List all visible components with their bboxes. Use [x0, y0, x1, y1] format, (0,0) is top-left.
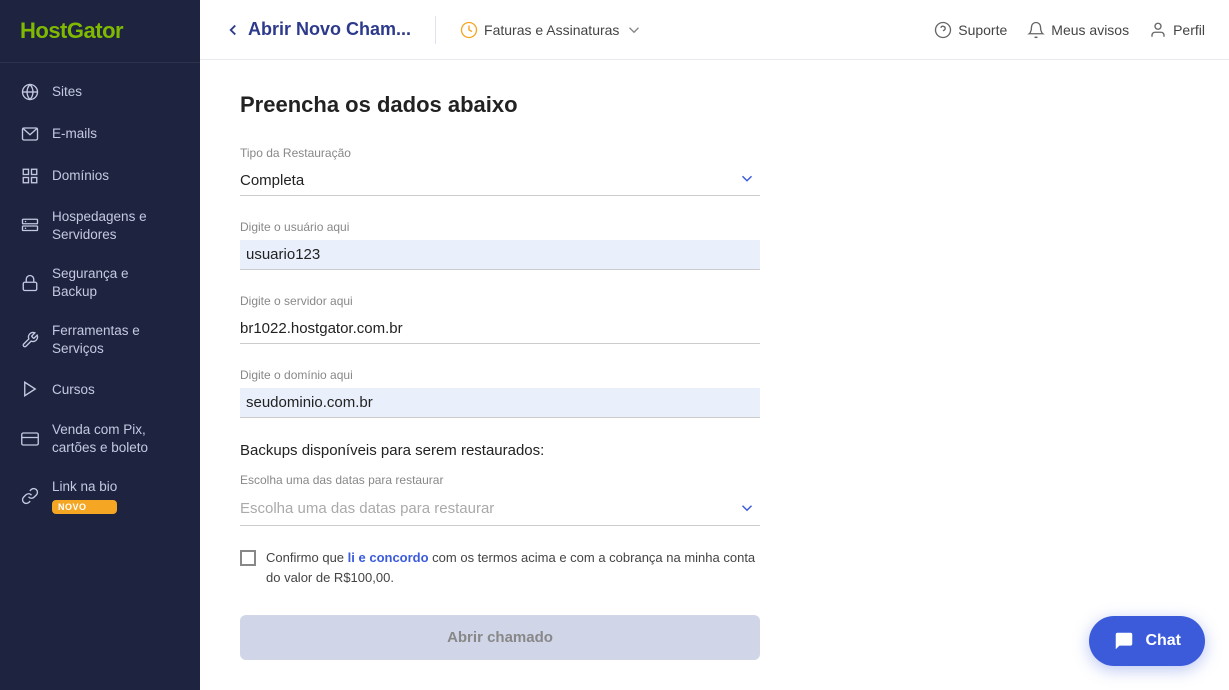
play-icon: [20, 379, 40, 399]
topnav-title: Abrir Novo Cham...: [248, 19, 411, 40]
layout-icon: [20, 166, 40, 186]
form-section: Tipo da Restauração Completa Digite o us…: [240, 146, 760, 660]
topnav-divider: [435, 16, 436, 44]
notifications-label: Meus avisos: [1051, 22, 1129, 38]
tipo-label: Tipo da Restauração: [240, 146, 760, 160]
dominio-group: Digite o domínio aqui: [240, 368, 760, 418]
tipo-select[interactable]: Completa: [240, 166, 760, 195]
novo-badge: NOVO: [52, 500, 117, 514]
dominio-label: Digite o domínio aqui: [240, 368, 760, 382]
notifications-button[interactable]: Meus avisos: [1027, 21, 1129, 39]
terms-row: Confirmo que li e concordo com os termos…: [240, 548, 760, 587]
date-chevron-icon: [738, 499, 756, 517]
sidebar-item-label-emails: E-mails: [52, 125, 97, 143]
date-select-inner[interactable]: Escolha uma das datas para restaurar: [240, 491, 760, 525]
sidebar-item-sites[interactable]: Sites: [0, 71, 200, 113]
back-arrow-icon: [224, 21, 242, 39]
sidebar-item-label-sites: Sites: [52, 83, 82, 101]
terms-link[interactable]: li e concordo: [348, 550, 429, 565]
support-label: Suporte: [958, 22, 1007, 38]
date-select-label: Escolha uma das datas para restaurar: [240, 473, 760, 487]
sidebar-item-label-pix: Venda com Pix, cartões e boleto: [52, 421, 148, 456]
profile-button[interactable]: Perfil: [1149, 21, 1205, 39]
chat-label: Chat: [1145, 632, 1181, 650]
bell-icon: [1027, 21, 1045, 39]
sidebar-item-domains[interactable]: Domínios: [0, 155, 200, 197]
mail-icon: [20, 124, 40, 144]
usuario-label: Digite o usuário aqui: [240, 220, 760, 234]
tipo-group: Tipo da Restauração Completa: [240, 146, 760, 196]
tipo-select-wrap: Completa: [240, 166, 760, 196]
servidor-input[interactable]: [240, 314, 760, 343]
usuario-input-wrap: [240, 240, 760, 270]
dominio-input-wrap: [240, 388, 760, 418]
servidor-label: Digite o servidor aqui: [240, 294, 760, 308]
dominio-input[interactable]: [240, 388, 760, 417]
sidebar-item-linkbio[interactable]: Link na bio NOVO: [0, 467, 200, 525]
terms-checkbox[interactable]: [240, 550, 256, 566]
billing-menu[interactable]: Faturas e Assinaturas: [460, 21, 643, 39]
sidebar-item-label-courses: Cursos: [52, 381, 95, 399]
chat-icon: [1113, 630, 1135, 652]
creditcard-icon: [20, 429, 40, 449]
tool-icon: [20, 330, 40, 350]
backups-title: Backups disponíveis para serem restaurad…: [240, 442, 760, 459]
sidebar-item-label-hosting: Hospedagens e Servidores: [52, 208, 147, 243]
usuario-group: Digite o usuário aqui: [240, 220, 760, 270]
sidebar-item-label-domains: Domínios: [52, 167, 109, 185]
submit-btn-wrap: Abrir chamado: [240, 615, 760, 660]
submit-button[interactable]: Abrir chamado: [240, 615, 760, 660]
sidebar-item-pix[interactable]: Venda com Pix, cartões e boleto: [0, 410, 200, 467]
sidebar-item-emails[interactable]: E-mails: [0, 113, 200, 155]
lock-icon: [20, 273, 40, 293]
sidebar-item-hosting[interactable]: Hospedagens e Servidores: [0, 197, 200, 254]
sidebar-item-label-security: Segurança e Backup: [52, 265, 129, 300]
main-content: Preencha os dados abaixo Tipo da Restaur…: [200, 60, 1229, 690]
sidebar-item-label-linkbio: Link na bio: [52, 478, 117, 496]
billing-label: Faturas e Assinaturas: [484, 22, 619, 38]
user-icon: [1149, 21, 1167, 39]
sidebar: HostGator Sites E-mails Domínios: [0, 0, 200, 690]
sidebar-item-security[interactable]: Segurança e Backup: [0, 254, 200, 311]
date-select-placeholder: Escolha uma das datas para restaurar: [240, 500, 494, 517]
support-icon: [934, 21, 952, 39]
page-title: Preencha os dados abaixo: [240, 92, 1189, 118]
sidebar-item-label-tools: Ferramentas e Serviços: [52, 322, 140, 357]
link-icon: [20, 486, 40, 506]
sidebar-logo: HostGator: [0, 0, 200, 63]
server-icon: [20, 216, 40, 236]
sidebar-item-courses[interactable]: Cursos: [0, 368, 200, 410]
chat-button[interactable]: Chat: [1089, 616, 1205, 666]
support-button[interactable]: Suporte: [934, 21, 1007, 39]
servidor-input-wrap: [240, 314, 760, 344]
topnav: Abrir Novo Cham... Faturas e Assinaturas…: [200, 0, 1229, 60]
sidebar-item-tools[interactable]: Ferramentas e Serviços: [0, 311, 200, 368]
servidor-group: Digite o servidor aqui: [240, 294, 760, 344]
globe-icon: [20, 82, 40, 102]
topnav-right: Suporte Meus avisos Perfil: [934, 21, 1205, 39]
terms-text: Confirmo que li e concordo com os termos…: [266, 548, 760, 587]
main-area: Abrir Novo Cham... Faturas e Assinaturas…: [200, 0, 1229, 690]
back-button[interactable]: Abrir Novo Cham...: [224, 19, 411, 40]
usuario-input[interactable]: [240, 240, 760, 269]
sidebar-nav: Sites E-mails Domínios Hospedagens e Ser…: [0, 63, 200, 690]
profile-label: Perfil: [1173, 22, 1205, 38]
billing-icon: [460, 21, 478, 39]
date-select-wrap[interactable]: Escolha uma das datas para restaurar Esc…: [240, 473, 760, 526]
billing-chevron-icon: [625, 21, 643, 39]
